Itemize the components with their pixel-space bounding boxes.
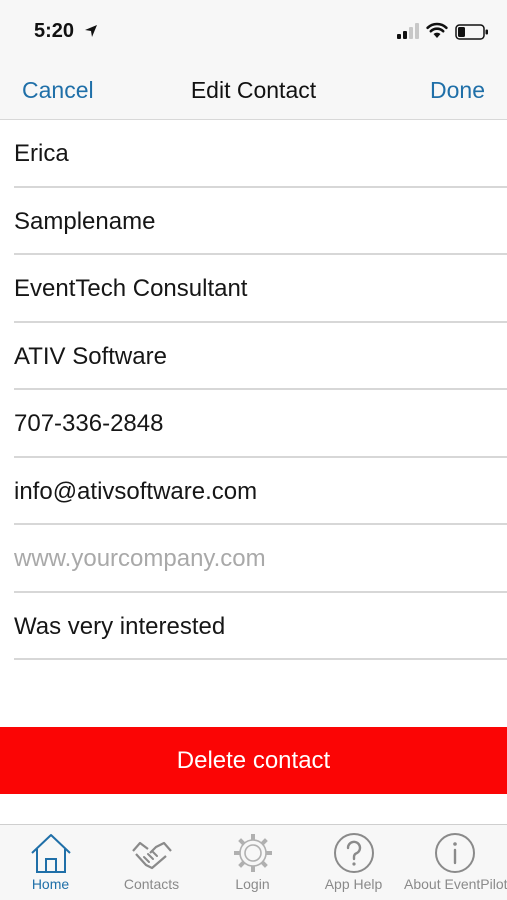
tab-about-eventpilot[interactable]: About EventPilot — [404, 825, 507, 900]
tab-login-label: Login — [235, 876, 270, 892]
tab-app-help-label: App Help — [324, 876, 383, 892]
tab-login[interactable]: Login — [202, 825, 303, 900]
tab-app-help[interactable]: App Help — [303, 825, 404, 900]
wifi-icon — [426, 22, 448, 38]
email-field[interactable] — [14, 475, 494, 508]
question-icon — [333, 833, 374, 873]
notes-row — [14, 593, 507, 660]
tab-contacts-label: Contacts — [123, 876, 180, 892]
tab-bar: Home Contacts Login App Help About Event… — [0, 824, 507, 900]
contact-form — [0, 120, 507, 660]
last-name-row — [14, 188, 507, 255]
cellular-signal-icon — [397, 23, 419, 39]
job-title-field[interactable] — [14, 273, 494, 305]
tab-contacts[interactable]: Contacts — [101, 825, 202, 900]
website-field[interactable] — [14, 543, 494, 575]
last-name-field[interactable] — [14, 205, 494, 238]
status-bar: 5:20 — [0, 0, 507, 62]
website-row — [14, 525, 507, 593]
company-field[interactable] — [14, 340, 494, 373]
first-name-field[interactable] — [14, 138, 494, 170]
email-row — [14, 458, 507, 525]
location-arrow-icon — [85, 25, 97, 37]
phone-row — [14, 390, 507, 458]
info-icon — [434, 833, 475, 873]
tab-about-eventpilot-label: About EventPilot — [404, 876, 507, 892]
navigation-bar: Edit Contact Cancel Done — [0, 62, 507, 120]
phone-field[interactable] — [14, 408, 494, 440]
done-button[interactable]: Done — [430, 77, 485, 104]
status-time: 5:20 — [34, 20, 75, 42]
job-title-row — [14, 255, 507, 323]
gear-icon — [233, 834, 272, 872]
tab-home-label: Home — [31, 876, 70, 892]
delete-contact-button[interactable]: Delete contact — [0, 727, 507, 794]
notes-field[interactable] — [14, 610, 494, 643]
company-row — [14, 323, 507, 390]
tab-home[interactable]: Home — [0, 825, 101, 900]
handshake-icon — [131, 841, 172, 870]
cancel-button[interactable]: Cancel — [22, 77, 94, 104]
home-icon — [30, 834, 71, 873]
first-name-row — [14, 120, 507, 188]
battery-icon — [455, 24, 488, 40]
